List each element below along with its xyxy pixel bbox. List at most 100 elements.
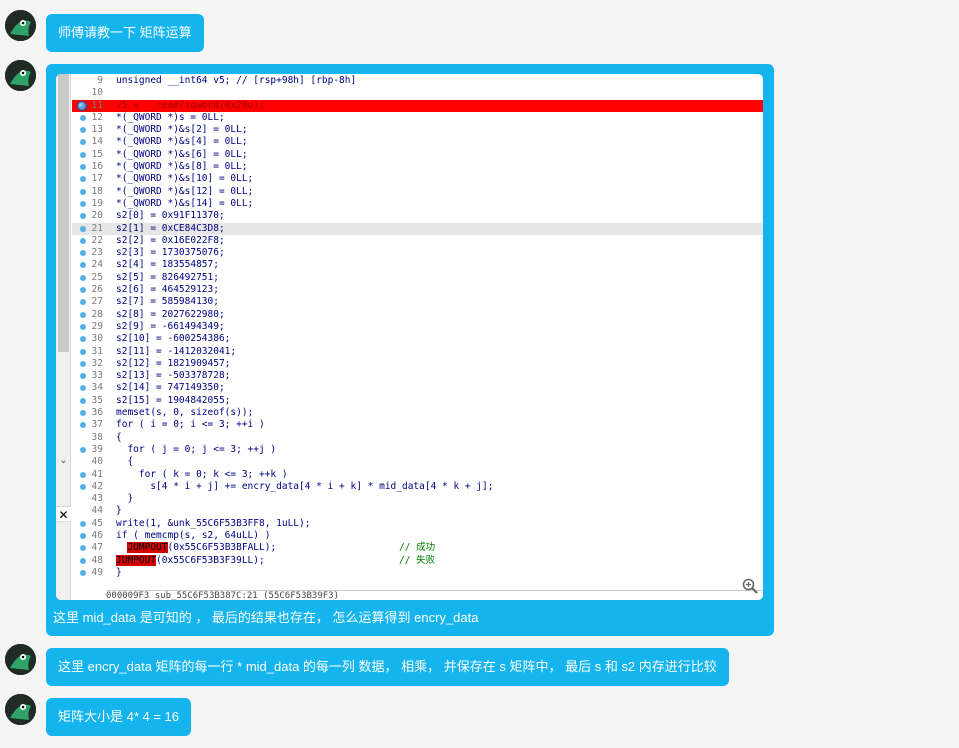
code-text: s2[7] = 585984130; bbox=[116, 296, 219, 308]
code-line[interactable]: 11 v5 = __readfsqword(0x28u); bbox=[72, 99, 763, 112]
code-text: *(_QWORD *)&s[14] = 0LL; bbox=[116, 197, 254, 209]
code-line[interactable]: 31 s2[11] = -1412032041; bbox=[72, 346, 763, 358]
line-number: 15 bbox=[91, 148, 103, 160]
code-line[interactable]: 17 *(_QWORD *)&s[10] = 0LL; bbox=[72, 173, 763, 185]
code-line[interactable]: 33 s2[13] = -503378728; bbox=[72, 370, 763, 382]
code-line[interactable]: 25 s2[5] = 826492751; bbox=[72, 272, 763, 284]
line-number: 45 bbox=[91, 517, 103, 529]
code-text: s2[4] = 183554857; bbox=[116, 259, 219, 271]
code-line[interactable]: 26 s2[6] = 464529123; bbox=[72, 284, 763, 296]
message-text: 这里 encry_data 矩阵的每一行 * mid_data 的每一列 数据，… bbox=[58, 659, 717, 674]
code-text: *(_QWORD *)s = 0LL; bbox=[116, 111, 225, 123]
code-line[interactable]: 44} bbox=[72, 505, 763, 517]
code-line[interactable]: 43 } bbox=[72, 493, 763, 505]
code-line[interactable]: 49} bbox=[72, 567, 763, 579]
scrollbar-thumb[interactable] bbox=[58, 74, 69, 352]
code-line[interactable]: 28 s2[8] = 2027622980; bbox=[72, 309, 763, 321]
line-number: 20 bbox=[91, 210, 103, 222]
code-line[interactable]: 23 s2[3] = 1730375076; bbox=[72, 247, 763, 259]
avatar[interactable] bbox=[5, 694, 36, 725]
line-number: 37 bbox=[91, 419, 103, 431]
code-text: s2[2] = 0x16E022F8; bbox=[116, 234, 225, 246]
chevron-down-icon[interactable]: ⌄ bbox=[56, 453, 71, 469]
code-line[interactable]: 32 s2[12] = 1821909457; bbox=[72, 358, 763, 370]
line-number: 16 bbox=[91, 161, 103, 173]
code-text: s2[13] = -503378728; bbox=[116, 370, 231, 382]
code-text: for ( i = 0; i <= 3; ++i ) bbox=[116, 419, 265, 431]
code-text: *(_QWORD *)&s[10] = 0LL; bbox=[116, 173, 254, 185]
code-text: } bbox=[116, 493, 134, 505]
avatar[interactable] bbox=[5, 60, 36, 91]
code-line[interactable]: 20 s2[0] = 0x91F11370; bbox=[72, 210, 763, 222]
code-line[interactable]: 24 s2[4] = 183554857; bbox=[72, 259, 763, 271]
code-text: s2[11] = -1412032041; bbox=[116, 345, 237, 357]
code-line[interactable]: 22 s2[2] = 0x16E022F8; bbox=[72, 235, 763, 247]
code-line[interactable]: 38 { bbox=[72, 432, 763, 444]
code-line[interactable]: 34 s2[14] = 747149350; bbox=[72, 382, 763, 394]
message-text: 师傅请教一下 矩阵运算 bbox=[58, 25, 192, 40]
code-line[interactable]: 39 for ( j = 0; j <= 3; ++j ) bbox=[72, 444, 763, 456]
code-line[interactable]: 40 { bbox=[72, 456, 763, 468]
code-line[interactable]: 13 *(_QWORD *)&s[2] = 0LL; bbox=[72, 124, 763, 136]
code-line[interactable]: 37 for ( i = 0; i <= 3; ++i ) bbox=[72, 419, 763, 431]
code-comment: // 失败 bbox=[399, 554, 436, 566]
line-number: 35 bbox=[91, 394, 103, 406]
line-number: 31 bbox=[91, 345, 103, 357]
line-number: 27 bbox=[91, 296, 103, 308]
status-line: 000009F3 sub_55C6F53B387C:21 (55C6F53B39… bbox=[106, 590, 763, 600]
code-line[interactable]: 47 JUMPOUT(0x55C6F53B3BFALL); // 成功 bbox=[72, 542, 763, 554]
line-number: 18 bbox=[91, 185, 103, 197]
code-line[interactable]: 29 s2[9] = -661494349; bbox=[72, 321, 763, 333]
zoom-in-icon[interactable] bbox=[742, 578, 758, 594]
code-line[interactable]: 30 s2[10] = -600254386; bbox=[72, 333, 763, 345]
code-text: } bbox=[116, 566, 122, 578]
line-number: 25 bbox=[91, 271, 103, 283]
avatar[interactable] bbox=[5, 10, 36, 41]
pseudocode-view: 9 unsigned __int64 v5; // [rsp+98h] [rbp-… bbox=[72, 75, 763, 579]
code-line[interactable]: 42 s[4 * i + j] += encry_data[4 * i + k]… bbox=[72, 481, 763, 493]
code-line[interactable]: 15 *(_QWORD *)&s[6] = 0LL; bbox=[72, 149, 763, 161]
code-line[interactable]: 19 *(_QWORD *)&s[14] = 0LL; bbox=[72, 198, 763, 210]
message-text: 矩阵大小是 4* 4 = 16 bbox=[58, 709, 180, 724]
code-line[interactable]: 35 s2[15] = 1904842055; bbox=[72, 395, 763, 407]
code-line[interactable]: 18 *(_QWORD *)&s[12] = 0LL; bbox=[72, 186, 763, 198]
code-text: s2[6] = 464529123; bbox=[116, 284, 219, 296]
code-line[interactable]: 21 s2[1] = 0xCE84C3D8; bbox=[72, 222, 763, 235]
code-text: *(_QWORD *)&s[2] = 0LL; bbox=[116, 124, 248, 136]
code-text: { bbox=[116, 431, 122, 443]
code-line[interactable]: 45 write(1, &unk_55C6F53B3FF8, 1uLL); bbox=[72, 518, 763, 530]
code-text: *(_QWORD *)&s[12] = 0LL; bbox=[116, 185, 254, 197]
code-screenshot[interactable]: ⌄ ✕ 9 unsigned __int64 v5; // [rsp+98h] [… bbox=[56, 74, 763, 600]
line-number: 39 bbox=[91, 443, 103, 455]
code-line[interactable]: 9 unsigned __int64 v5; // [rsp+98h] [rbp-… bbox=[72, 75, 763, 87]
line-number: 21 bbox=[91, 222, 103, 234]
code-line[interactable]: 36 memset(s, 0, sizeof(s)); bbox=[72, 407, 763, 419]
vertical-scrollbar[interactable]: ⌄ ✕ bbox=[56, 74, 71, 600]
code-text: for ( j = 0; j <= 3; ++j ) bbox=[116, 443, 277, 455]
code-line[interactable]: 12 *(_QWORD *)s = 0LL; bbox=[72, 112, 763, 124]
message-bubble: 矩阵大小是 4* 4 = 16 bbox=[46, 698, 192, 736]
code-text: for ( k = 0; k <= 3; ++k ) bbox=[116, 468, 288, 480]
close-icon[interactable]: ✕ bbox=[56, 506, 71, 522]
code-line[interactable]: 14 *(_QWORD *)&s[4] = 0LL; bbox=[72, 136, 763, 148]
code-line[interactable]: 41 for ( k = 0; k <= 3; ++k ) bbox=[72, 469, 763, 481]
avatar[interactable] bbox=[5, 644, 36, 675]
code-text: s2[9] = -661494349; bbox=[116, 320, 225, 332]
message-bubble: 师傅请教一下 矩阵运算 bbox=[46, 14, 204, 52]
line-number: 13 bbox=[91, 124, 103, 136]
line-number: 11 bbox=[91, 99, 103, 111]
code-text: write(1, &unk_55C6F53B3FF8, 1uLL); bbox=[116, 517, 311, 529]
line-number: 48 bbox=[91, 554, 103, 566]
line-number: 42 bbox=[91, 480, 103, 492]
code-line[interactable]: 27 s2[7] = 585984130; bbox=[72, 296, 763, 308]
line-number: 40 bbox=[91, 456, 103, 468]
code-line[interactable]: 46 if ( memcmp(s, s2, 64uLL) ) bbox=[72, 530, 763, 542]
code-line[interactable]: 48 JUMPOUT(0x55C6F53B3F39LL); // 失败 bbox=[72, 554, 763, 567]
line-number: 43 bbox=[91, 493, 103, 505]
line-number: 30 bbox=[91, 333, 103, 345]
code-line[interactable]: 16 *(_QWORD *)&s[8] = 0LL; bbox=[72, 161, 763, 173]
line-number: 24 bbox=[91, 259, 103, 271]
code-line[interactable]: 10 bbox=[72, 87, 763, 99]
line-number: 34 bbox=[91, 382, 103, 394]
code-text: JUMPOUT(0x55C6F53B3F39LL); bbox=[116, 554, 265, 566]
